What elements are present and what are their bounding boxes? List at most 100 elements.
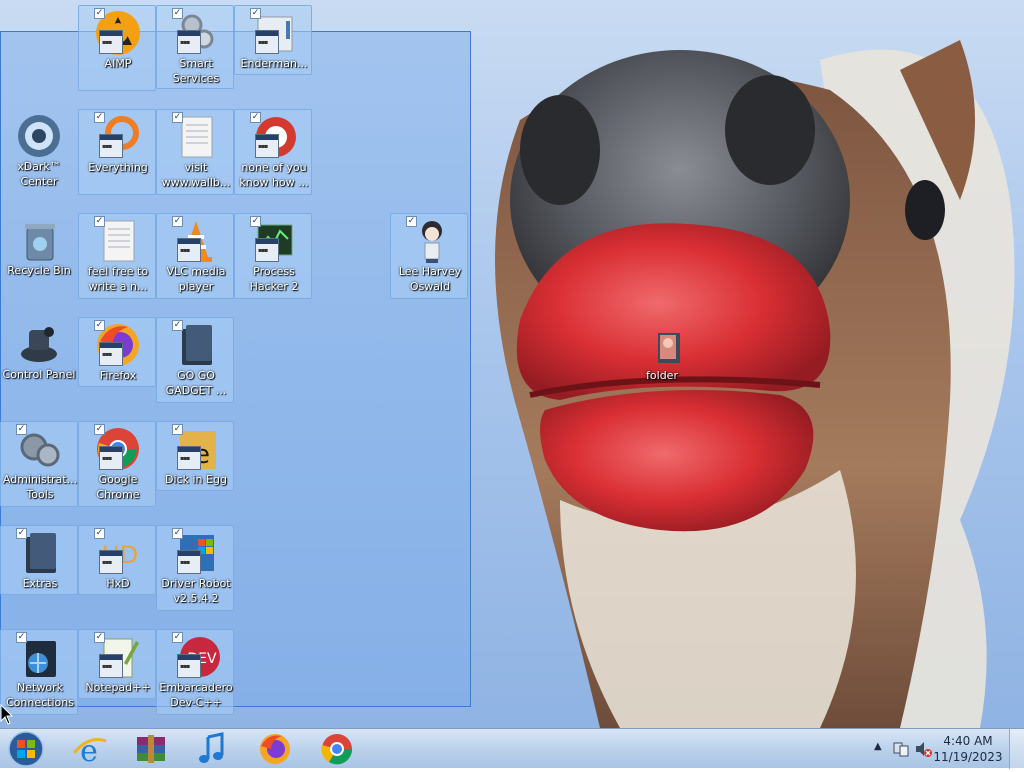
clock[interactable]: 4:40 AM 11/19/2023 (932, 733, 1004, 765)
desktop-icon-recycle-bin[interactable]: Recycle Bin (0, 213, 78, 283)
shortcut-overlay-icon (177, 30, 201, 54)
desktop-icon-aimp[interactable]: ✓ AIMP (78, 5, 156, 91)
icon-label: VLC media player (166, 265, 226, 293)
desktop[interactable]: ✓ AIMP ✓ Smart Services ✓ Enderman... xD… (0, 0, 1024, 728)
taskbar-internet-explorer[interactable]: e (66, 731, 112, 769)
icon-label: Dick in Egg (165, 473, 227, 486)
desktop-icon-firefox[interactable]: ✓ Firefox (78, 317, 156, 387)
icon-label: Control Panel (2, 368, 76, 381)
checkbox-icon[interactable]: ✓ (94, 112, 105, 123)
desktop-icon-everything[interactable]: ✓ Everything (78, 109, 156, 195)
desktop-icon-notepadpp[interactable]: ✓ Notepad++ (78, 629, 156, 699)
start-button[interactable] (4, 730, 48, 768)
network-tray-icon[interactable] (892, 740, 910, 758)
shortcut-overlay-icon (177, 446, 201, 470)
desktop-icon-vlc[interactable]: ✓ VLC media player (156, 213, 234, 299)
music-note-icon (199, 732, 224, 763)
checkbox-icon[interactable]: ✓ (172, 216, 183, 227)
taskbar-winrar[interactable] (128, 731, 174, 767)
icon-label: Everything (88, 161, 148, 174)
shortcut-overlay-icon (177, 550, 201, 574)
desktop-icon-xdark-center[interactable]: xDark™ Center (0, 109, 78, 193)
icon-label: feel free to write a n... (87, 265, 149, 293)
desktop-icon-enderman[interactable]: ✓ Enderman... (234, 5, 312, 75)
icon-label: Notepad++ (85, 681, 151, 694)
checkbox-icon[interactable]: ✓ (172, 528, 183, 539)
icon-label: GO GO GADGET ... (165, 369, 227, 397)
icon-label: Enderman... (240, 57, 308, 70)
desktop-icon-none-of-you[interactable]: ✓ none of you know how ... (234, 109, 312, 195)
desktop-icon-process-hacker[interactable]: ✓ Process Hacker 2 (234, 213, 312, 299)
checkbox-icon[interactable]: ✓ (16, 632, 27, 643)
desktop-icon-visit-wallb[interactable]: ✓ visit www.wallb... (156, 109, 234, 195)
taskbar-firefox[interactable] (252, 731, 298, 767)
desktop-icon-feel-free[interactable]: ✓ feel free to write a n... (78, 213, 156, 299)
desktop-icon-administrative-tools[interactable]: ✓ Administrat... Tools (0, 421, 78, 507)
shortcut-overlay-icon (255, 30, 279, 54)
desktop-icon-embarcadero-devcpp[interactable]: DEV ✓ Embarcadero Dev-C++ (156, 629, 234, 715)
icon-label: Administrat... Tools (2, 473, 78, 501)
checkbox-icon[interactable]: ✓ (250, 8, 261, 19)
checkbox-icon[interactable]: ✓ (172, 112, 183, 123)
desktop-icon-dick-in-egg[interactable]: e ✓ Dick in Egg (156, 421, 234, 491)
windows-start-orb-icon (8, 731, 44, 767)
checkbox-icon[interactable]: ✓ (94, 632, 105, 643)
taskbar-music[interactable] (190, 731, 236, 767)
shortcut-overlay-icon (99, 134, 123, 158)
shortcut-overlay-icon (177, 238, 201, 262)
taskbar-google-chrome[interactable] (314, 731, 360, 767)
icon-label: Embarcadero Dev-C++ (159, 681, 233, 709)
icon-label: Driver Robot v2.5.4.2 (161, 577, 231, 605)
icon-label: Smart Services (172, 57, 220, 85)
shortcut-overlay-icon (99, 550, 123, 574)
icon-label: Firefox (99, 369, 137, 382)
shortcut-overlay-icon (99, 30, 123, 54)
firefox-icon (260, 734, 290, 764)
desktop-icon-driver-robot[interactable]: ✓ Driver Robot v2.5.4.2 (156, 525, 234, 611)
show-hidden-icons-arrow-icon[interactable]: ▲ (874, 741, 884, 755)
checkbox-icon[interactable]: ✓ (250, 112, 261, 123)
desktop-icon-network-connections[interactable]: ✓ Network Connections (0, 629, 78, 715)
shortcut-overlay-icon (99, 446, 123, 470)
checkbox-icon[interactable]: ✓ (94, 216, 105, 227)
clock-date: 11/19/2023 (933, 750, 1003, 764)
system-tray: ▲ 4:40 AM 11/19/2023 (864, 729, 1024, 769)
desktop-icon-control-panel[interactable]: Control Panel (0, 317, 78, 387)
icon-label: AIMP (104, 57, 132, 70)
checkbox-icon[interactable]: ✓ (250, 216, 261, 227)
desktop-icon-go-go-gadget[interactable]: ✓ GO GO GADGET ... (156, 317, 234, 403)
volume-muted-icon[interactable] (914, 740, 932, 758)
show-desktop-button[interactable] (1009, 729, 1024, 769)
checkbox-icon[interactable]: ✓ (94, 8, 105, 19)
taskbar: e ▲ 4:40 AM 11/19/2023 (0, 728, 1024, 769)
photo-folder-icon (658, 333, 680, 363)
desktop-icon-folder[interactable]: folder (623, 318, 701, 388)
checkbox-icon[interactable]: ✓ (172, 320, 183, 331)
checkbox-icon[interactable]: ✓ (94, 320, 105, 331)
desktop-icon-google-chrome[interactable]: ✓ Google Chrome (78, 421, 156, 507)
clock-time: 4:40 AM (943, 734, 993, 748)
mouse-cursor-icon (0, 703, 14, 730)
icon-label: Google Chrome (96, 473, 140, 501)
checkbox-icon[interactable]: ✓ (406, 216, 417, 227)
icon-label: Lee Harvey Oswald (398, 265, 462, 293)
shortcut-overlay-icon (99, 342, 123, 366)
checkbox-icon[interactable]: ✓ (172, 632, 183, 643)
checkbox-icon[interactable]: ✓ (16, 424, 27, 435)
checkbox-icon[interactable]: ✓ (16, 528, 27, 539)
icon-label: folder (646, 369, 678, 382)
checkbox-icon[interactable]: ✓ (94, 424, 105, 435)
checkbox-icon[interactable]: ✓ (172, 424, 183, 435)
desktop-icon-lee-harvey-oswald[interactable]: ✓ Lee Harvey Oswald (390, 213, 468, 299)
icon-label: none of you know how ... (239, 161, 309, 189)
desktop-icon-extras[interactable]: ✓ Extras (0, 525, 78, 595)
desktop-icon-hxd[interactable]: HD ✓ HxD (78, 525, 156, 595)
desktop-icon-smart-services[interactable]: ✓ Smart Services (156, 5, 234, 89)
shortcut-overlay-icon (255, 238, 279, 262)
xdark-icon (18, 115, 60, 157)
icon-label: Extras (22, 577, 58, 590)
checkbox-icon[interactable]: ✓ (94, 528, 105, 539)
shortcut-overlay-icon (177, 654, 201, 678)
control-panel-icon (21, 327, 57, 362)
checkbox-icon[interactable]: ✓ (172, 8, 183, 19)
